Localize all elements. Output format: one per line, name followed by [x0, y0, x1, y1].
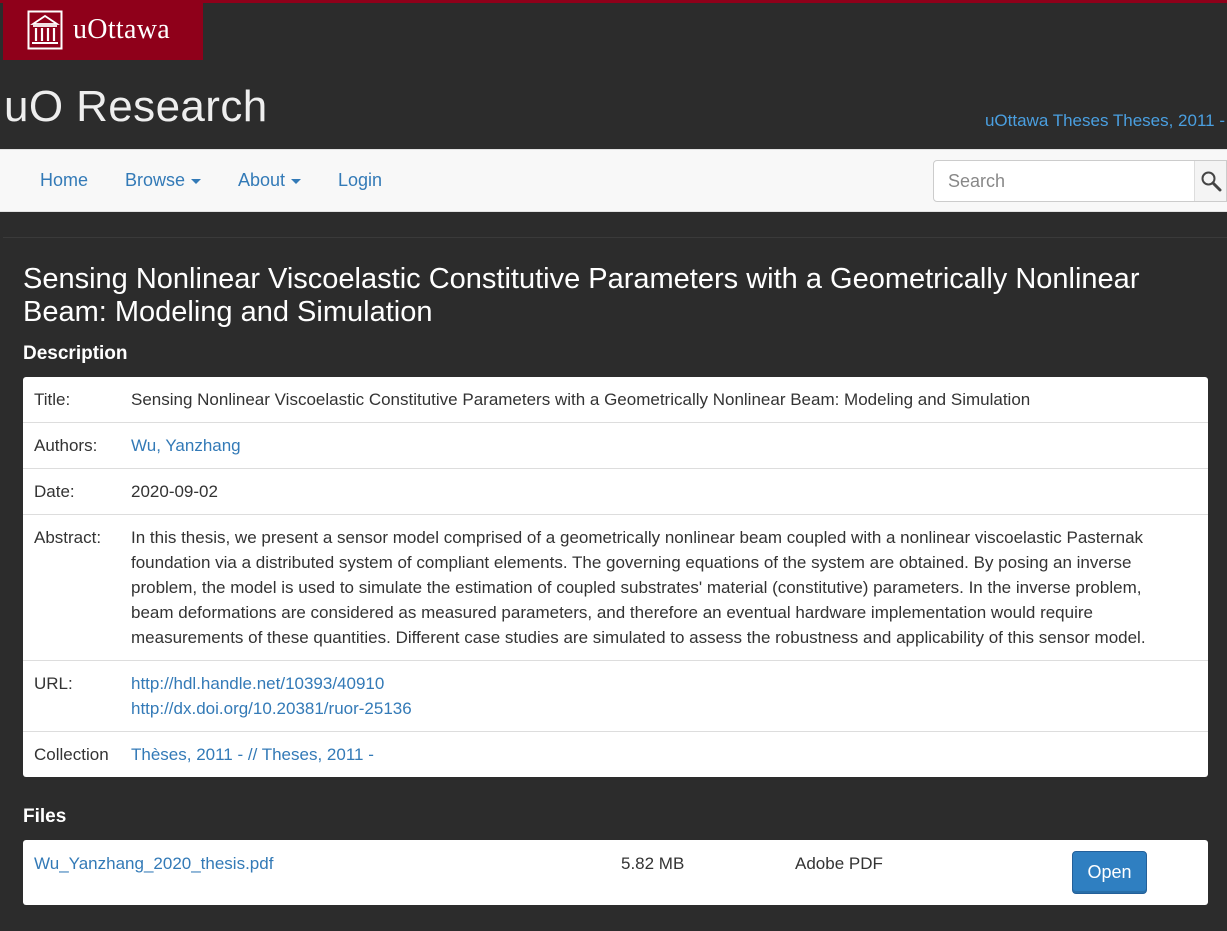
date-value: 2020-09-02	[131, 482, 218, 501]
site-title[interactable]: uO Research	[4, 82, 268, 132]
search-box	[933, 160, 1227, 202]
date-label: Date:	[34, 482, 75, 501]
logo-text: uOttawa	[73, 14, 170, 45]
abstract-value: In this thesis, we present a sensor mode…	[131, 528, 1146, 647]
open-file-button[interactable]: Open	[1072, 851, 1147, 894]
uottawa-logo[interactable]: uOttawa	[3, 0, 203, 60]
collection-breadcrumb-link[interactable]: uOttawa Theses Theses, 2011 -	[985, 111, 1225, 131]
search-input[interactable]	[934, 161, 1194, 201]
table-row-url: URL: http://hdl.handle.net/10393/40910 h…	[23, 661, 1208, 732]
nav-about-label: About	[238, 170, 286, 190]
table-row-collection: Collection Thèses, 2011 - // Theses, 201…	[23, 732, 1208, 777]
chevron-down-icon	[291, 179, 302, 184]
nav-login[interactable]: Login	[338, 170, 382, 191]
item-panel: Sensing Nonlinear Viscoelastic Constitut…	[3, 237, 1227, 931]
doi-url-link[interactable]: http://dx.doi.org/10.20381/ruor-25136	[131, 696, 1188, 721]
collection-label: Collection	[34, 745, 109, 764]
nav-browse-label: Browse	[125, 170, 186, 190]
author-link[interactable]: Wu, Yanzhang	[131, 436, 241, 455]
nav-about-dropdown[interactable]: About	[238, 170, 302, 191]
table-row-authors: Authors: Wu, Yanzhang	[23, 423, 1208, 469]
description-heading: Description	[23, 343, 128, 364]
title-value: Sensing Nonlinear Viscoelastic Constitut…	[131, 390, 1031, 409]
collection-link[interactable]: Thèses, 2011 - // Theses, 2011 -	[131, 745, 374, 764]
page-title: Sensing Nonlinear Viscoelastic Constitut…	[23, 263, 1140, 328]
file-name-link[interactable]: Wu_Yanzhang_2020_thesis.pdf	[34, 854, 273, 874]
description-table: Title: Sensing Nonlinear Viscoelastic Co…	[23, 377, 1208, 777]
files-heading: Files	[23, 806, 67, 827]
authors-label: Authors:	[34, 436, 98, 455]
url-label: URL:	[34, 674, 73, 693]
files-table: Wu_Yanzhang_2020_thesis.pdf 5.82 MB Adob…	[23, 840, 1208, 905]
abstract-label: Abstract:	[34, 528, 102, 547]
table-row-title: Title: Sensing Nonlinear Viscoelastic Co…	[23, 377, 1208, 423]
table-row-abstract: Abstract: In this thesis, we present a s…	[23, 515, 1208, 661]
nav-browse-dropdown[interactable]: Browse	[125, 170, 202, 191]
file-type: Adobe PDF	[795, 854, 883, 873]
file-size: 5.82 MB	[621, 854, 685, 873]
search-button[interactable]	[1194, 161, 1226, 201]
university-building-icon	[27, 10, 63, 50]
main-navbar: Home Browse About Login	[0, 149, 1227, 212]
chevron-down-icon	[191, 179, 202, 184]
handle-url-link[interactable]: http://hdl.handle.net/10393/40910	[131, 671, 1188, 696]
title-label: Title:	[34, 390, 71, 409]
nav-home[interactable]: Home	[40, 170, 88, 191]
table-row-date: Date: 2020-09-02	[23, 469, 1208, 515]
magnifier-icon	[1201, 171, 1221, 192]
